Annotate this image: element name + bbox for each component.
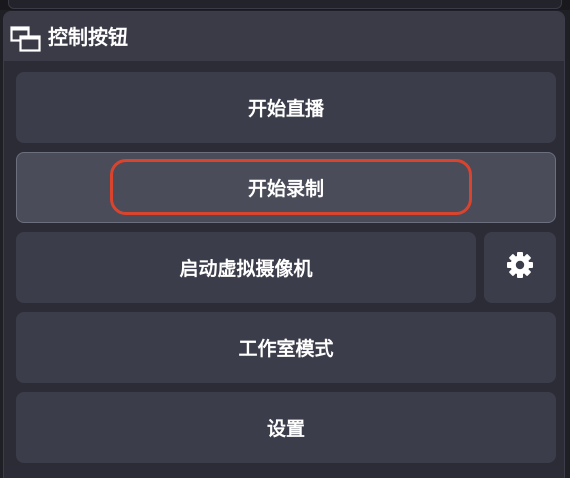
settings-button[interactable]: 设置: [16, 392, 556, 463]
virtual-camera-settings-button[interactable]: [484, 232, 556, 303]
start-virtual-camera-button[interactable]: 启动虚拟摄像机: [16, 232, 476, 303]
settings-label: 设置: [266, 418, 305, 440]
start-recording-button[interactable]: 开始录制: [16, 152, 556, 223]
top-edge: [0, 0, 570, 10]
dock-window-icon: [10, 26, 42, 52]
dock-title: 控制按钮: [48, 25, 128, 49]
start-streaming-button[interactable]: 开始直播: [16, 72, 556, 143]
studio-mode-button[interactable]: 工作室模式: [16, 312, 556, 383]
start-recording-label: 开始录制: [247, 178, 324, 200]
dock-header[interactable]: 控制按钮: [4, 12, 564, 61]
start-streaming-label: 开始直播: [247, 98, 324, 120]
top-edge-border: [8, 0, 562, 9]
start-virtual-camera-label: 启动虚拟摄像机: [179, 258, 313, 280]
studio-mode-label: 工作室模式: [238, 338, 334, 360]
gear-icon: [505, 250, 535, 285]
